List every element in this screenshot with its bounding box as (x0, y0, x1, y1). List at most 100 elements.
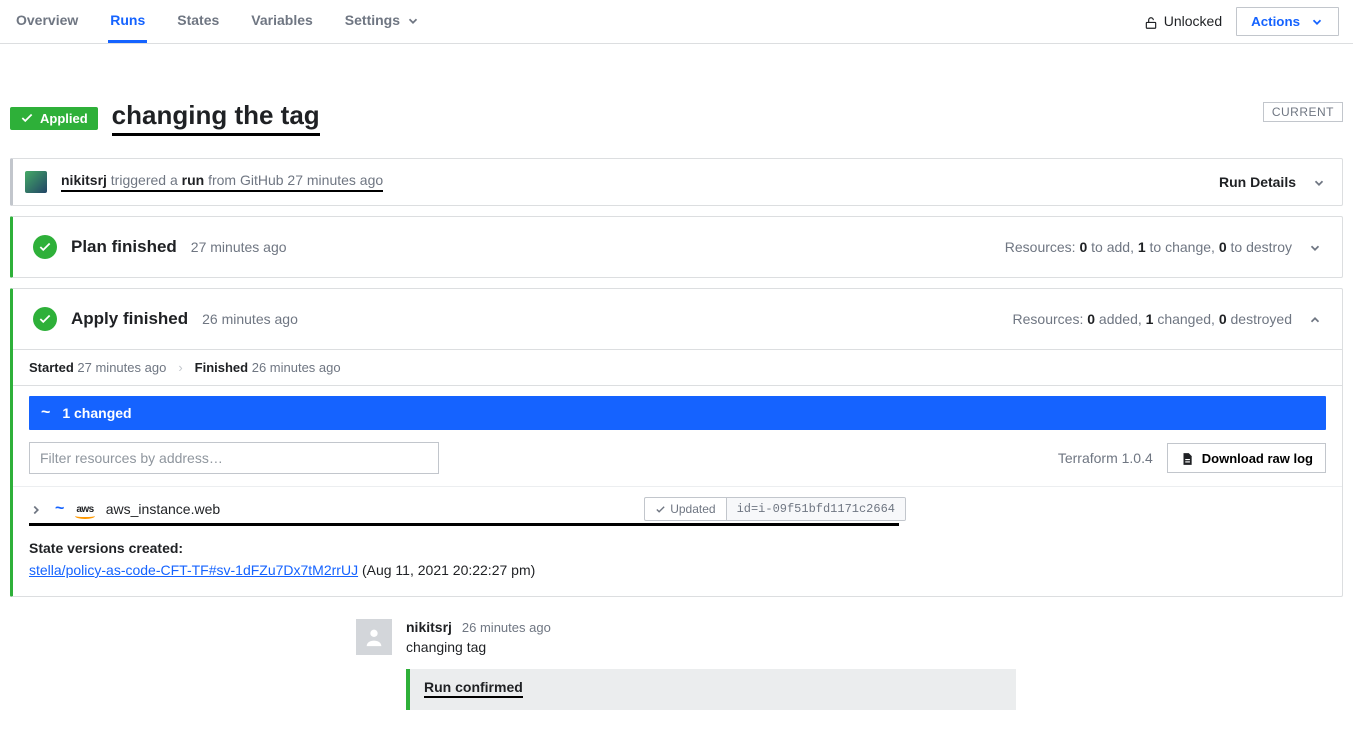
plan-right: Resources: 0 to add, 1 to change, 0 to d… (1005, 239, 1322, 255)
tab-settings-label: Settings (345, 12, 400, 28)
plan-res-prefix: Resources: (1005, 239, 1080, 255)
unlock-icon (1144, 13, 1158, 29)
apply-added-t: added, (1095, 311, 1146, 327)
tab-overview[interactable]: Overview (14, 0, 80, 43)
avatar (25, 171, 47, 193)
comment-user: nikitsrj (406, 619, 452, 635)
trigger-panel: nikitsrj triggered a run from GitHub 27 … (10, 158, 1343, 206)
check-icon (20, 111, 34, 125)
trigger-header: nikitsrj triggered a run from GitHub 27 … (13, 159, 1342, 205)
resource-id: id=i-09f51bfd1171c2664 (727, 498, 905, 520)
title-row: Applied changing the tag CURRENT (10, 100, 1343, 136)
download-label: Download raw log (1202, 451, 1313, 466)
tilde-icon: ~ (41, 404, 50, 422)
lock-label: Unlocked (1164, 13, 1222, 29)
chevron-down-icon[interactable] (1312, 174, 1326, 190)
apply-resources: Resources: 0 added, 1 changed, 0 destroy… (1013, 311, 1292, 327)
actions-label: Actions (1251, 14, 1300, 29)
trigger-noun: run (182, 172, 205, 188)
tab-runs[interactable]: Runs (108, 0, 147, 43)
resource-status-pill: Updated id=i-09f51bfd1171c2664 (644, 497, 906, 521)
apply-time: 26 minutes ago (202, 311, 298, 327)
plan-header: Plan finished 27 minutes ago Resources: … (13, 217, 1342, 277)
plan-change-n: 1 (1138, 239, 1146, 255)
aws-provider-icon: aws (76, 504, 93, 515)
resource-filter-input[interactable] (29, 442, 439, 474)
underline-decoration (29, 523, 899, 526)
status-text: Applied (40, 111, 88, 126)
file-icon (1180, 450, 1194, 466)
state-heading: State versions created: (29, 540, 1326, 556)
avatar (356, 619, 392, 655)
plan-time: 27 minutes ago (191, 239, 287, 255)
started-label: Started (29, 360, 74, 375)
run-details-toggle[interactable]: Run Details (1219, 174, 1296, 190)
finished-label: Finished (195, 360, 248, 375)
apply-right: Resources: 0 added, 1 changed, 0 destroy… (1013, 311, 1322, 327)
state-versions: State versions created: stella/policy-as… (13, 540, 1342, 596)
status-badge: Applied (10, 107, 98, 130)
resource-updated: Updated (645, 498, 726, 520)
apply-timeline: Started 27 minutes ago › Finished 26 min… (13, 349, 1342, 386)
top-nav: Overview Runs States Variables Settings … (0, 0, 1353, 44)
trigger-suffix: from GitHub 27 minutes ago (204, 172, 383, 188)
comment-head: nikitsrj 26 minutes ago (406, 619, 1016, 635)
plan-destroy-n: 0 (1219, 239, 1227, 255)
chevron-right-icon[interactable] (29, 501, 43, 517)
filter-right: Terraform 1.0.4 Download raw log (1058, 443, 1326, 473)
resource-name: aws_instance.web (106, 501, 220, 517)
state-timestamp: (Aug 11, 2021 20:22:27 pm) (358, 562, 535, 578)
filter-row: Terraform 1.0.4 Download raw log (13, 430, 1342, 486)
lock-status[interactable]: Unlocked (1144, 13, 1222, 29)
check-circle-icon (33, 307, 57, 331)
chevron-down-icon[interactable] (1308, 239, 1322, 255)
actions-button[interactable]: Actions (1236, 7, 1339, 36)
comment-block: nikitsrj 26 minutes ago changing tag Run… (356, 619, 1016, 710)
comment-time: 26 minutes ago (462, 620, 551, 635)
run-confirmed-box: Run confirmed (406, 669, 1016, 710)
plan-left: Plan finished 27 minutes ago (33, 235, 287, 259)
current-badge: CURRENT (1263, 102, 1343, 122)
trigger-user: nikitsrj (61, 172, 107, 188)
check-circle-icon (33, 235, 57, 259)
changed-summary-bar[interactable]: ~ 1 changed (29, 396, 1326, 430)
comment-body: nikitsrj 26 minutes ago changing tag Run… (406, 619, 1016, 710)
plan-change-t: to change, (1146, 239, 1219, 255)
chevron-down-icon (406, 12, 420, 28)
plan-destroy-t: to destroy (1227, 239, 1292, 255)
state-version-link[interactable]: stella/policy-as-code-CFT-TF#sv-1dFZu7Dx… (29, 562, 358, 578)
trigger-verb: triggered a (107, 172, 182, 188)
chevron-down-icon (1310, 14, 1324, 29)
breadcrumb-sep: › (178, 360, 182, 375)
apply-title: Apply finished (71, 309, 188, 329)
comment-message: changing tag (406, 639, 1016, 655)
tab-settings[interactable]: Settings (343, 0, 422, 43)
apply-added-n: 0 (1087, 311, 1095, 327)
apply-left: Apply finished 26 minutes ago (33, 307, 298, 331)
trigger-right: Run Details (1219, 174, 1326, 190)
apply-destroyed-t: destroyed (1227, 311, 1292, 327)
resource-left: ~ aws aws_instance.web (29, 500, 220, 518)
terraform-version: Terraform 1.0.4 (1058, 450, 1153, 466)
finished-time: 26 minutes ago (248, 360, 341, 375)
tab-states[interactable]: States (175, 0, 221, 43)
run-title: changing the tag (112, 100, 320, 136)
trigger-line: nikitsrj triggered a run from GitHub 27 … (61, 172, 383, 192)
plan-title: Plan finished (71, 237, 177, 257)
run-confirmed-text: Run confirmed (424, 679, 523, 698)
chevron-up-icon[interactable] (1308, 311, 1322, 327)
plan-add-t: to add, (1087, 239, 1138, 255)
tabs: Overview Runs States Variables Settings (14, 0, 422, 43)
changed-count: 1 changed (62, 405, 131, 421)
tab-variables[interactable]: Variables (249, 0, 315, 43)
apply-header: Apply finished 26 minutes ago Resources:… (13, 289, 1342, 349)
apply-panel: Apply finished 26 minutes ago Resources:… (10, 288, 1343, 597)
apply-destroyed-n: 0 (1219, 311, 1227, 327)
topbar-right: Unlocked Actions (1144, 7, 1339, 36)
page-body: Applied changing the tag CURRENT nikitsr… (0, 44, 1353, 750)
plan-panel: Plan finished 27 minutes ago Resources: … (10, 216, 1343, 278)
tilde-icon: ~ (55, 500, 64, 518)
resource-row[interactable]: ~ aws aws_instance.web Updated id=i-09f5… (13, 486, 1342, 523)
apply-changed-t: changed, (1153, 311, 1218, 327)
download-log-button[interactable]: Download raw log (1167, 443, 1326, 473)
